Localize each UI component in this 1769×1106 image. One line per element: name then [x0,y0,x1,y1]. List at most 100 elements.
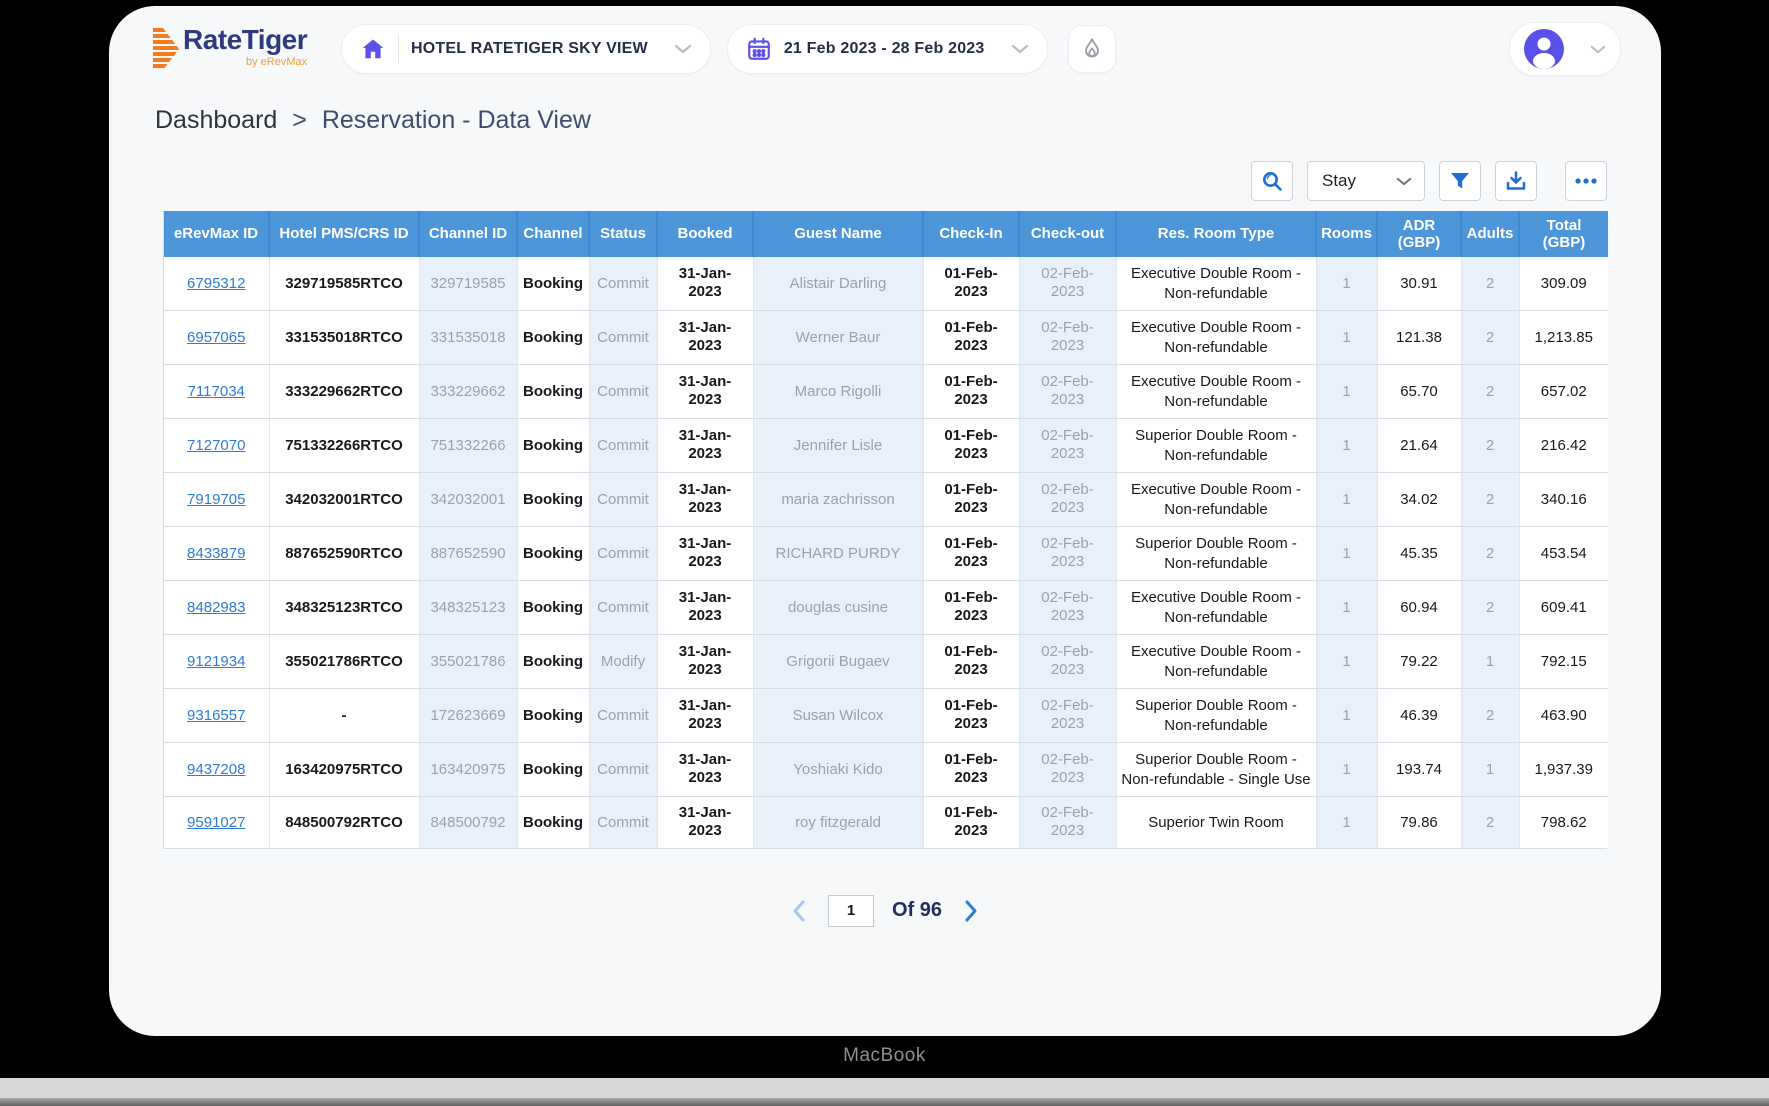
cell-check-out: 02-Feb-2023 [1019,310,1117,365]
macbook-screen: RateTiger by eRevMax HOTEL RATETIGER SKY… [109,6,1661,1036]
cell-erevmax-id: 6957065 [164,310,270,365]
reservation-id-link[interactable]: 9316557 [187,707,245,724]
download-button[interactable] [1495,161,1537,201]
cell-guest-name: Marco Rigolli [753,364,924,419]
ratetiger-logo: RateTiger by eRevMax [153,26,308,72]
cell-channel: Booking [517,688,590,743]
previous-page-button[interactable] [788,898,810,924]
filter-button[interactable] [1439,161,1481,201]
macbook-label: MacBook [843,1045,926,1066]
column-header-check-in: Check-In [923,211,1020,257]
cell-booked: 31-Jan-2023 [657,472,754,527]
cell-check-in: 01-Feb-2023 [923,364,1020,419]
cell-check-in: 01-Feb-2023 [923,580,1020,635]
cell-res-room-type: Executive Double Room - Non-refundable [1116,310,1317,365]
cell-status: Commit [589,796,658,848]
cell-check-in: 01-Feb-2023 [923,796,1020,848]
reservation-id-link[interactable]: 6795312 [187,275,245,292]
reservation-id-link[interactable]: 9121934 [187,653,245,670]
cell-booked: 31-Jan-2023 [657,364,754,419]
cell-check-in: 01-Feb-2023 [923,526,1020,581]
cell-total-gbp: 340.16 [1519,472,1608,527]
chevron-down-icon [1396,176,1412,187]
reservation-id-link[interactable]: 8433879 [187,545,245,562]
cell-check-out: 02-Feb-2023 [1019,526,1117,581]
column-header-channel-id: Channel ID [419,211,518,257]
cell-guest-name: Yoshiaki Kido [753,742,924,797]
page-title: Reservation - Data View [321,106,591,134]
reservation-id-link[interactable]: 7117034 [188,383,245,400]
cell-channel: Booking [517,257,590,311]
cell-check-in: 01-Feb-2023 [923,688,1020,743]
reservation-id-link[interactable]: 6957065 [187,329,245,346]
cell-hotel-pms-crs-id: 163420975RTCO [269,742,420,797]
column-header-booked: Booked [657,211,754,257]
cell-guest-name: Alistair Darling [753,257,924,311]
cell-hotel-pms-crs-id: - [269,688,420,743]
cell-res-room-type: Superior Twin Room [1116,796,1317,848]
cell-total-gbp: 798.62 [1519,796,1608,848]
cell-guest-name: Werner Baur [753,310,924,365]
hotel-selector[interactable]: HOTEL RATETIGER SKY VIEW [341,24,711,74]
cell-booked: 31-Jan-2023 [657,257,754,311]
cell-erevmax-id: 6795312 [164,257,270,311]
download-icon [1504,169,1528,193]
cell-res-room-type: Superior Double Room - Non-refundable [1116,526,1317,581]
reservation-id-link[interactable]: 8482983 [187,599,245,616]
cell-erevmax-id: 8482983 [164,580,270,635]
cell-rooms: 1 [1316,472,1378,527]
stay-select[interactable]: Stay [1307,161,1425,201]
reservation-id-link[interactable]: 7127070 [187,437,245,454]
cell-channel-id: 163420975 [419,742,518,797]
cell-check-out: 02-Feb-2023 [1019,742,1117,797]
flame-button[interactable] [1067,25,1116,73]
search-button[interactable] [1251,161,1293,201]
column-header-adults: Adults [1461,211,1520,257]
cell-total-gbp: 792.15 [1519,634,1608,689]
cell-adults: 2 [1461,364,1520,419]
table-row: 7919705 342032001RTCO 342032001 Booking Comm… [164,472,1608,527]
avatar [1524,29,1564,69]
search-icon [1260,169,1284,193]
cell-guest-name: Grigorii Bugaev [753,634,924,689]
cell-adults: 2 [1461,310,1520,365]
ratetiger-logo-icon [153,26,179,72]
table-row: 7127070 751332266RTCO 751332266 Booking Comm… [164,418,1608,473]
cell-rooms: 1 [1316,364,1378,419]
cell-booked: 31-Jan-2023 [657,742,754,797]
cell-adr-gbp: 30.91 [1377,257,1462,311]
column-header-guest-name: Guest Name [753,211,924,257]
cell-rooms: 1 [1316,688,1378,743]
reservation-id-link[interactable]: 7919705 [187,491,245,508]
page-number-input[interactable] [827,894,874,927]
cell-rooms: 1 [1316,257,1378,311]
table-row: 9591027 848500792RTCO 848500792 Booking Comm… [164,796,1608,848]
reservation-id-link[interactable]: 9591027 [187,814,245,831]
logo-tagline: by eRevMax [246,56,308,68]
reservation-id-link[interactable]: 9437208 [187,761,245,778]
cell-check-in: 01-Feb-2023 [923,418,1020,473]
breadcrumb-dashboard[interactable]: Dashboard [155,106,277,134]
cell-channel-id: 342032001 [419,472,518,527]
cell-status: Commit [589,688,658,743]
cell-res-room-type: Executive Double Room - Non-refundable [1116,364,1317,419]
cell-hotel-pms-crs-id: 329719585RTCO [269,257,420,311]
cell-channel-id: 848500792 [419,796,518,848]
more-options-button[interactable] [1565,161,1607,201]
pagination: Of 96 [109,894,1661,927]
cell-adr-gbp: 65.70 [1377,364,1462,419]
cell-total-gbp: 463.90 [1519,688,1608,743]
cell-check-in: 01-Feb-2023 [923,472,1020,527]
date-range-picker[interactable]: 21 Feb 2023 - 28 Feb 2023 [726,24,1048,74]
cell-adults: 2 [1461,418,1520,473]
cell-channel: Booking [517,472,590,527]
next-page-button[interactable] [960,898,982,924]
cell-channel-id: 887652590 [419,526,518,581]
user-menu[interactable] [1509,22,1621,76]
cell-total-gbp: 657.02 [1519,364,1608,419]
cell-status: Commit [589,418,658,473]
cell-rooms: 1 [1316,742,1378,797]
chevron-down-icon [1590,44,1606,55]
cell-status: Commit [589,526,658,581]
cell-guest-name: roy fitzgerald [753,796,924,848]
